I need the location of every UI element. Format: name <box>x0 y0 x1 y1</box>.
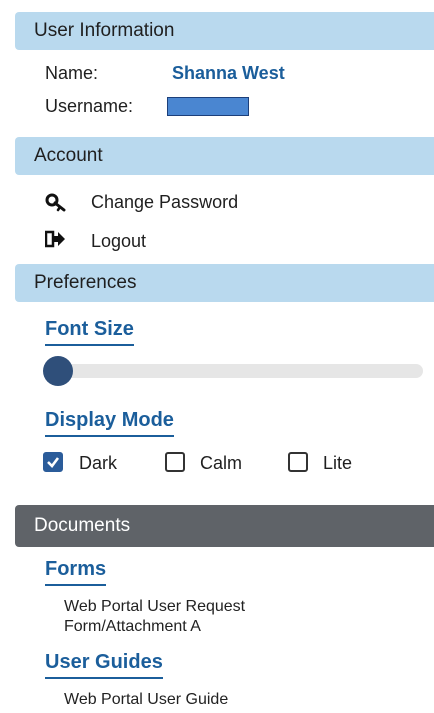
logout-icon[interactable] <box>44 230 67 253</box>
preferences-header: Preferences <box>15 264 434 302</box>
calm-mode-checkbox[interactable] <box>165 452 185 472</box>
form-link-line-2[interactable]: Form/Attachment A <box>64 617 245 637</box>
change-password-link[interactable]: Change Password <box>91 192 238 213</box>
logout-link[interactable]: Logout <box>91 231 146 252</box>
user-guides-title: User Guides <box>45 651 163 679</box>
account-header: Account <box>15 137 434 175</box>
dark-mode-checkbox[interactable] <box>43 452 63 472</box>
lite-mode-label[interactable]: Lite <box>323 453 352 474</box>
user-information-header: User Information <box>15 12 434 50</box>
lite-mode-checkbox[interactable] <box>288 452 308 472</box>
form-link-line-1[interactable]: Web Portal User Request <box>64 597 245 617</box>
font-size-slider-handle[interactable] <box>43 356 73 386</box>
display-mode-title: Display Mode <box>45 409 174 437</box>
username-label: Username: <box>45 96 134 116</box>
web-portal-user-guide-link[interactable]: Web Portal User Guide <box>64 690 228 710</box>
name-label: Name: <box>45 63 99 83</box>
user-name-value: Shanna West <box>172 63 285 83</box>
username-redacted-value <box>167 97 249 116</box>
web-portal-user-request-form-link[interactable]: Web Portal User Request Form/Attachment … <box>64 597 245 637</box>
documents-header: Documents <box>15 505 434 547</box>
key-icon[interactable] <box>45 193 67 218</box>
calm-mode-label[interactable]: Calm <box>200 453 242 474</box>
font-size-slider-track[interactable] <box>45 364 423 378</box>
font-size-title: Font Size <box>45 318 134 346</box>
dark-mode-label[interactable]: Dark <box>79 453 117 474</box>
forms-title: Forms <box>45 558 107 586</box>
checkmark-icon <box>47 457 60 468</box>
